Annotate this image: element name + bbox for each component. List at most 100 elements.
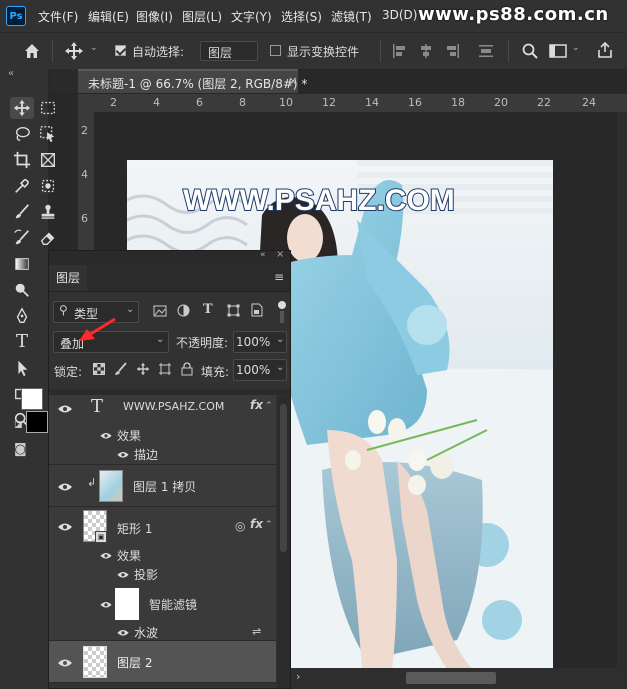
lock-transparent-icon[interactable] [93, 363, 105, 378]
panel-menu-icon[interactable]: ≡ [274, 270, 284, 284]
opacity-input[interactable]: 100% ⌄ [233, 331, 287, 353]
path-select-tool-icon[interactable] [10, 357, 34, 379]
chevron-down-icon[interactable]: ⌄ [572, 43, 580, 53]
menu-select[interactable]: 选择(S) [281, 8, 322, 25]
default-colors-icon[interactable]: ◪ [14, 420, 23, 430]
effect-stroke[interactable]: 描边 [134, 446, 158, 463]
share-icon[interactable] [596, 41, 614, 62]
align-center-icon[interactable] [418, 43, 434, 62]
layer-row-copy[interactable]: ↲ 图层 1 拷贝 [49, 465, 276, 507]
stamp-tool-icon[interactable] [36, 201, 60, 223]
layer-name[interactable]: 图层 2 [117, 654, 152, 671]
menu-filter[interactable]: 滤镜(T) [331, 8, 372, 25]
chevron-up-icon[interactable]: ⌃ [265, 520, 273, 530]
chevron-right-icon[interactable]: › [296, 670, 300, 683]
layer-name[interactable]: WWW.PSAHZ.COM [123, 400, 224, 413]
lock-all-icon[interactable] [181, 362, 193, 379]
show-transform-checkbox[interactable] [270, 45, 281, 56]
eye-icon[interactable] [100, 600, 113, 608]
spot-heal-tool-icon[interactable] [36, 175, 60, 197]
chevron-up-icon[interactable]: ⌃ [265, 401, 273, 411]
background-color-swatch[interactable] [26, 411, 48, 433]
close-icon[interactable]: × [288, 74, 298, 88]
effect-drop-shadow[interactable]: 投影 [134, 566, 158, 583]
history-brush-icon[interactable] [10, 227, 34, 249]
dodge-tool-icon[interactable] [10, 279, 34, 301]
foreground-color-swatch[interactable] [21, 388, 43, 410]
eye-icon[interactable] [57, 403, 73, 413]
horizontal-scrollbar[interactable]: › [290, 668, 627, 689]
chevron-down-icon[interactable]: ⌄ [90, 43, 98, 53]
eye-icon[interactable] [57, 657, 73, 667]
filter-options-icon[interactable]: ⇌ [252, 625, 261, 638]
distribute-icon[interactable] [478, 43, 494, 62]
eraser-tool-icon[interactable] [36, 227, 60, 249]
smart-filter-mask-thumbnail[interactable] [115, 588, 139, 620]
eye-icon[interactable] [100, 551, 113, 559]
auto-select-checkbox[interactable] [115, 45, 126, 56]
layers-scrollbar[interactable] [277, 396, 290, 688]
filter-pixel-icon[interactable] [153, 305, 167, 320]
move-tool-icon[interactable] [10, 97, 34, 119]
fx-icon[interactable]: fx [250, 398, 263, 412]
filter-type-icon[interactable]: T [203, 302, 213, 317]
eye-icon[interactable] [117, 628, 130, 636]
ruler-label: 8 [239, 96, 246, 109]
quick-mask-icon[interactable]: ◙ [14, 442, 27, 457]
home-icon[interactable] [22, 41, 42, 61]
tab-layers[interactable]: 图层 [49, 265, 87, 291]
lasso-tool-icon[interactable] [10, 123, 34, 145]
align-right-icon[interactable] [444, 43, 460, 62]
collapse-icon[interactable]: « [260, 250, 266, 260]
filter-toggle-icon[interactable] [278, 301, 286, 309]
vertical-scrollbar[interactable] [617, 112, 627, 672]
collapse-icon[interactable]: « [8, 68, 14, 79]
eyedropper-tool-icon[interactable] [10, 175, 34, 197]
fx-icon[interactable]: fx [250, 517, 263, 531]
panel-header[interactable]: « × [49, 249, 290, 265]
horizontal-scrollbar-thumb[interactable] [406, 672, 496, 684]
eye-icon[interactable] [117, 450, 130, 458]
eye-icon[interactable] [57, 521, 73, 531]
layer-row-shape[interactable]: ▣ 矩形 1 ◎ fx ⌃ 效果 投影 智能滤镜 水波 ⇌ [49, 507, 276, 641]
layer-name[interactable]: 矩形 1 [117, 520, 152, 537]
close-icon[interactable]: × [276, 249, 284, 260]
filter-smart-icon[interactable] [251, 303, 263, 320]
layer-row-layer2[interactable]: 图层 2 [49, 641, 276, 683]
workspace-icon[interactable] [549, 43, 567, 62]
smart-filters-label[interactable]: 智能滤镜 [149, 596, 197, 613]
auto-select-target-dropdown[interactable]: 图层 [200, 41, 258, 61]
gradient-tool-icon[interactable] [10, 253, 34, 275]
move-tool-icon[interactable] [64, 41, 84, 61]
menu-3d[interactable]: 3D(D) [382, 8, 417, 22]
eye-icon[interactable] [57, 481, 73, 491]
lock-position-icon[interactable] [136, 362, 150, 379]
object-select-tool-icon[interactable] [36, 123, 60, 145]
filter-ripple[interactable]: 水波 [134, 624, 158, 641]
layers-scrollbar-thumb[interactable] [280, 404, 287, 552]
align-left-icon[interactable] [392, 43, 408, 62]
menu-type[interactable]: 文字(Y) [231, 8, 272, 25]
menu-layer[interactable]: 图层(L) [182, 8, 222, 25]
layer-name[interactable]: 图层 1 拷贝 [133, 478, 196, 495]
menu-image[interactable]: 图像(I) [136, 8, 173, 25]
marquee-tool-icon[interactable] [36, 97, 60, 119]
filter-adjust-icon[interactable] [177, 304, 190, 320]
filter-shape-icon[interactable] [227, 304, 240, 320]
layer-row-text[interactable]: T WWW.PSAHZ.COM fx ⌃ 效果 描边 [49, 395, 276, 465]
pen-tool-icon[interactable] [10, 305, 34, 327]
crop-tool-icon[interactable] [10, 149, 34, 171]
document-tab[interactable]: 未标题-1 @ 66.7% (图层 2, RGB/8#) * × [78, 69, 307, 93]
menu-edit[interactable]: 编辑(E) [88, 8, 129, 25]
frame-tool-icon[interactable] [36, 149, 60, 171]
brush-tool-icon[interactable] [10, 201, 34, 223]
eye-icon[interactable] [100, 431, 113, 439]
photoshop-logo[interactable]: Ps [6, 6, 26, 26]
search-icon[interactable] [521, 42, 539, 63]
eye-icon[interactable] [117, 570, 130, 578]
menu-file[interactable]: 文件(F) [38, 8, 78, 25]
fill-input[interactable]: 100% ⌄ [233, 359, 287, 381]
lock-artboard-icon[interactable] [158, 362, 172, 379]
type-tool-icon[interactable]: T [10, 331, 34, 353]
lock-pixels-icon[interactable] [114, 362, 128, 379]
